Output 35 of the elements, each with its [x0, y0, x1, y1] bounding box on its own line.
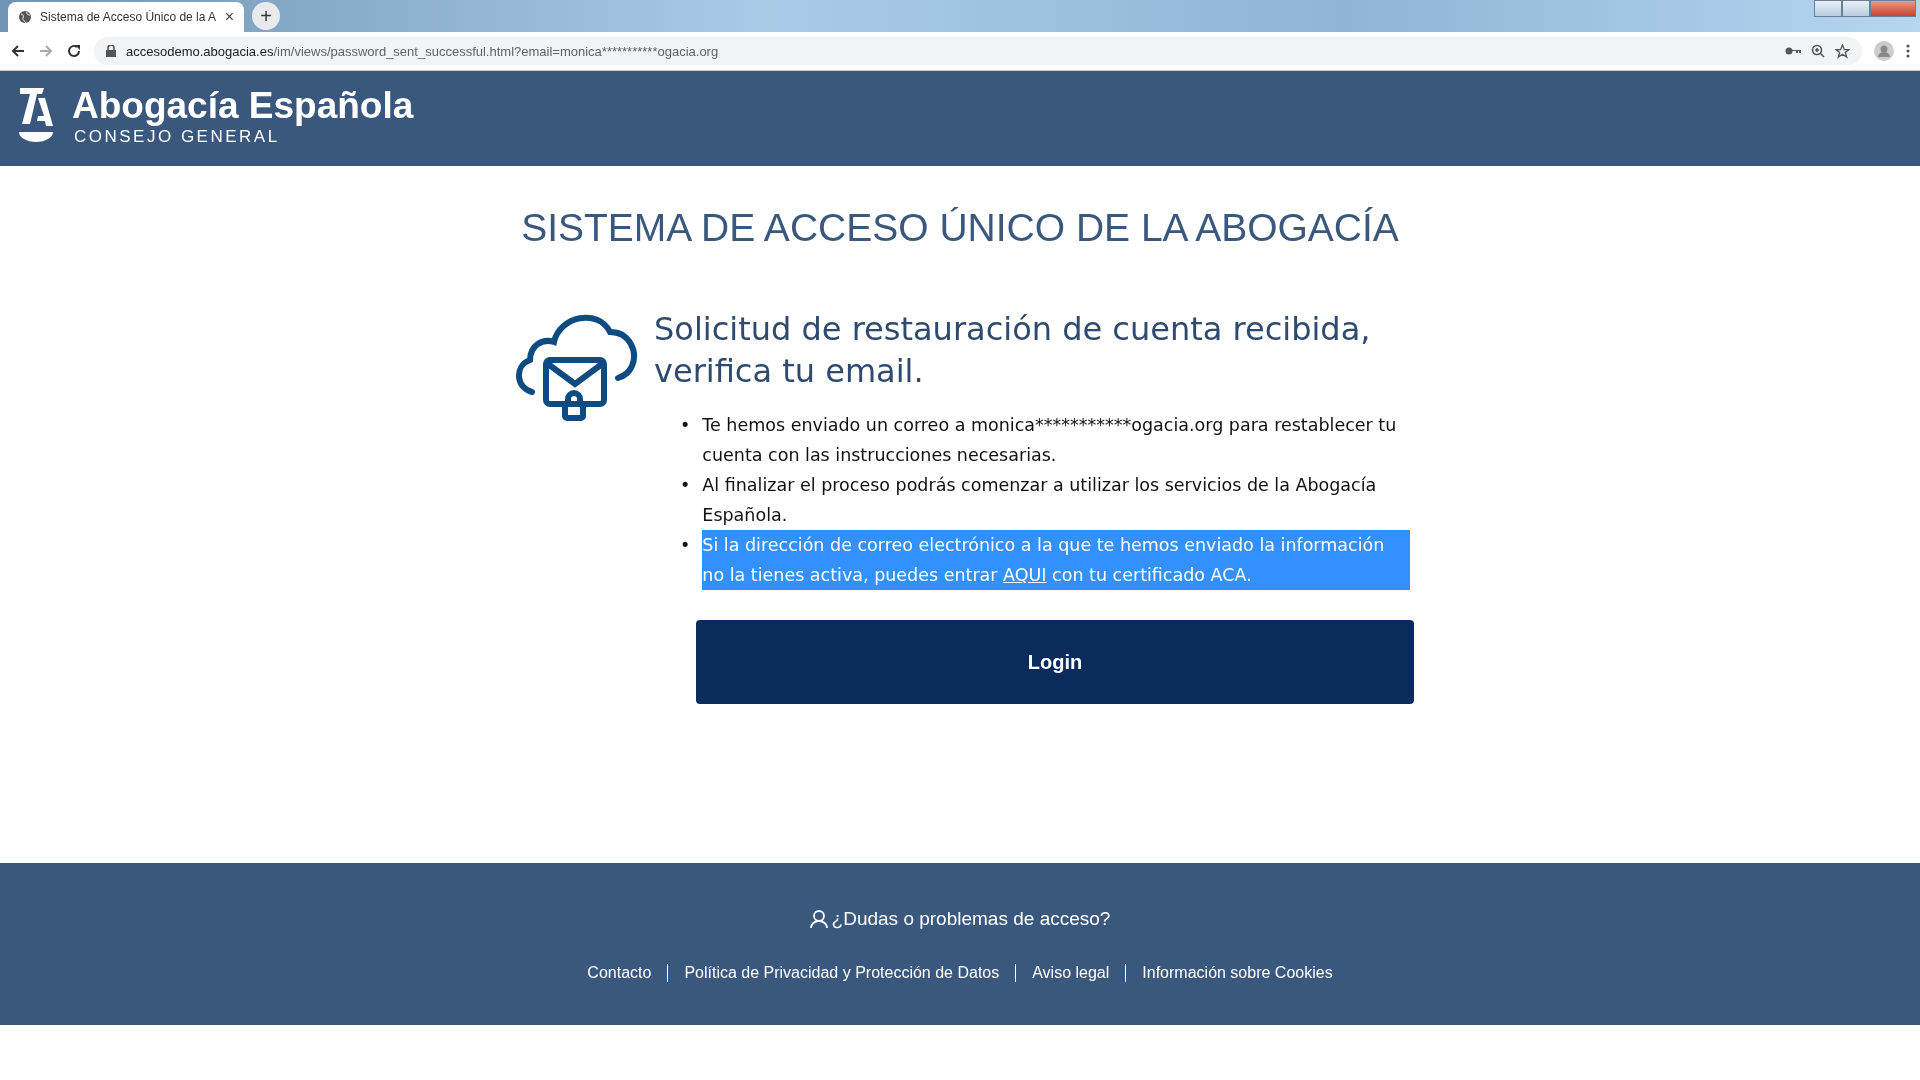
- zoom-icon[interactable]: [1811, 44, 1825, 58]
- login-button[interactable]: Login: [696, 620, 1414, 704]
- browser-tab[interactable]: Sistema de Acceso Único de la A ×: [8, 2, 244, 32]
- footer-link[interactable]: Aviso legal: [1015, 964, 1126, 982]
- page-title: SISTEMA DE ACCESO ÚNICO DE LA ABOGACÍA: [520, 205, 1400, 250]
- address-bar[interactable]: accesodemo.abogacia.es/im/views/password_sent_successful.html?email=monica***********ogacia.org: [94, 37, 1862, 65]
- bullet-text: Si la dirección de correo electrónico a la que te hemos enviado la información no la tienes activa, puedes entrar AQUI con tu certificado ACA.: [702, 530, 1410, 590]
- lock-icon: [106, 45, 116, 57]
- bullet-text: Al finalizar el proceso podrás comenzar a utilizar los servicios de la Abogacía Española.: [702, 474, 1378, 527]
- help-text: ¿Dudas o problemas de acceso?: [831, 908, 1111, 930]
- logo-icon: [18, 88, 54, 144]
- new-tab-button[interactable]: +: [252, 2, 280, 30]
- bullet-marker: •: [680, 414, 691, 437]
- bullet-text: Te hemos enviado un correo a monica***********ogacia.org para restablecer tu cuenta con las instrucciones necesarias.: [702, 414, 1398, 467]
- minimize-button[interactable]: [1814, 0, 1842, 17]
- bullet-marker: •: [680, 474, 691, 497]
- bullet-marker: •: [680, 534, 691, 557]
- brand-name: Abogacía Española: [72, 85, 414, 127]
- profile-icon[interactable]: [1874, 41, 1894, 61]
- star-icon[interactable]: [1835, 43, 1850, 59]
- brand-subtitle: CONSEJO GENERAL: [74, 127, 281, 147]
- close-tab-button[interactable]: ×: [224, 8, 234, 26]
- reload-icon[interactable]: [66, 43, 82, 59]
- url-text: accesodemo.abogacia.es/im/views/password_sent_successful.html?email=monica***********ogacia.org: [126, 43, 719, 59]
- restore-button[interactable]: [1842, 0, 1870, 17]
- key-icon[interactable]: [1785, 46, 1801, 56]
- globe-icon: [18, 10, 32, 24]
- menu-icon[interactable]: [1906, 44, 1910, 58]
- footer-link[interactable]: Contacto: [571, 964, 668, 982]
- message-heading: Solicitud de restauración de cuenta recibida, verifica tu email.: [654, 309, 1372, 392]
- user-icon: [809, 909, 828, 929]
- tab-title: Sistema de Acceso Único de la A: [40, 10, 217, 24]
- footer-link[interactable]: Información sobre Cookies: [1125, 964, 1349, 982]
- footer-link[interactable]: Política de Privacidad y Protección de Datos: [667, 964, 1016, 982]
- back-icon[interactable]: [10, 43, 26, 59]
